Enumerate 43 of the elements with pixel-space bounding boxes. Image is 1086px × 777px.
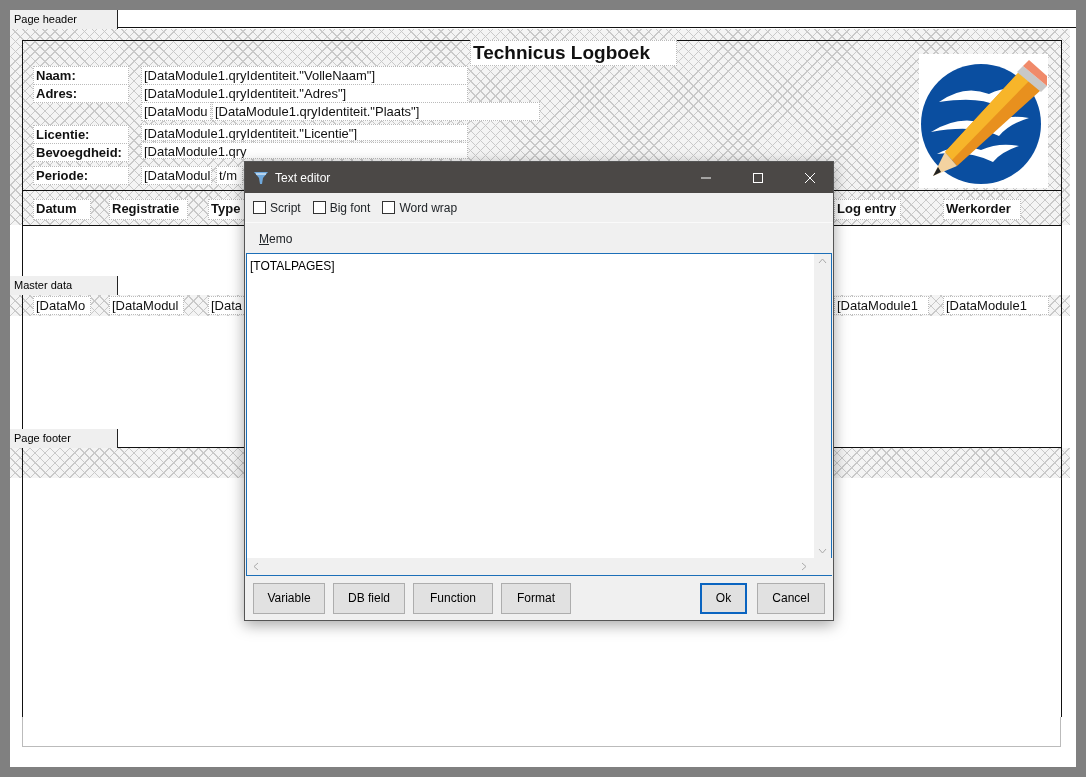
data-field: [DataModul (141, 166, 212, 185)
tool-button[interactable]: Format (501, 582, 571, 614)
field-label: Adres: (33, 84, 129, 103)
checkbox[interactable]: Word wrap (382, 198, 458, 217)
scroll-right-icon[interactable] (801, 562, 807, 571)
tool-button[interactable]: Function (413, 582, 493, 614)
checkbox[interactable]: Big font (312, 198, 371, 217)
column-header: Werkorder (943, 199, 1021, 220)
data-field: [DataModule1.qryIdentiteit."Licentie"] (141, 124, 468, 141)
checkbox[interactable]: Script (253, 198, 301, 217)
tool-button[interactable]: DB field (333, 582, 405, 614)
data-field: [DataModule1 (943, 296, 1049, 315)
memo-label: Memo (258, 231, 294, 248)
scroll-left-icon[interactable] (253, 562, 259, 571)
scroll-up-icon[interactable] (818, 258, 827, 264)
field-label: Periode: (33, 166, 129, 185)
scroll-down-icon[interactable] (818, 548, 827, 554)
maximize-icon (752, 171, 764, 184)
column-header: Registratie (109, 199, 188, 220)
ok-button[interactable]: Ok (700, 582, 747, 614)
data-field: [DataModule1 (834, 296, 929, 315)
column-header: Datum (33, 199, 91, 220)
tool-button[interactable]: Variable (253, 582, 325, 614)
close-icon (804, 171, 816, 184)
band-label[interactable]: Page header (10, 10, 118, 29)
band-label[interactable]: Page footer (10, 429, 118, 448)
band-label[interactable]: Master data (10, 276, 118, 295)
data-field: [DataModule1.qryIdentiteit."Adres"] (141, 84, 468, 103)
data-field: [DataModule1.qry (141, 142, 468, 159)
data-field: [DataMo (33, 296, 91, 315)
column-header: Log entry (834, 199, 901, 220)
data-field: t/m (216, 166, 243, 185)
window-title: Text editor (275, 169, 332, 187)
data-field: [DataModul (109, 296, 184, 315)
scrollbar[interactable] (247, 558, 833, 575)
field-label: Bevoegdheid: (33, 143, 129, 162)
data-field: [DataModule1.qryIdentiteit."Plaats"] (212, 102, 540, 121)
data-field: [DataModu (141, 102, 211, 121)
scrollbar[interactable] (814, 254, 831, 558)
memo-field[interactable]: [TOTALPAGES] (246, 253, 832, 576)
cancel-button[interactable]: Cancel (757, 582, 825, 614)
funnel-icon (253, 169, 269, 186)
report-title: Technicus Logboek (470, 40, 677, 66)
